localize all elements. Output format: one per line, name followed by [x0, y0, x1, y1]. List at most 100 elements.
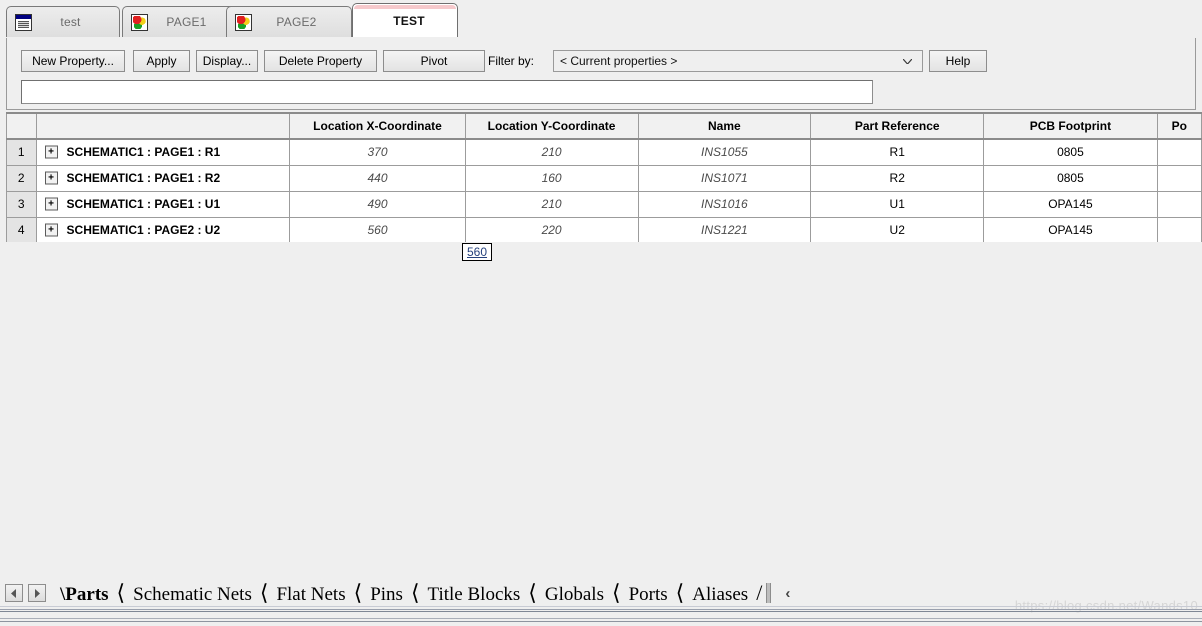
row-object-cell[interactable]: + SCHEMATIC1 : PAGE1 : R1 [35, 138, 291, 166]
pivot-button[interactable]: Pivot [383, 50, 485, 72]
filter-by-value: < Current properties > [560, 54, 678, 68]
row-object-cell[interactable]: + SCHEMATIC1 : PAGE1 : U1 [35, 190, 291, 218]
cell-value-tooltip: 560 [462, 243, 493, 261]
property-value-input[interactable] [21, 80, 873, 104]
column-header-po[interactable]: Po [1156, 112, 1202, 140]
help-button[interactable]: Help [929, 50, 987, 72]
document-tab-bar: test PAGE1 PAGE2 TEST [0, 0, 1202, 38]
cell-pcb-footprint[interactable]: OPA145 [983, 190, 1158, 218]
cell-name[interactable]: INS1016 [637, 190, 812, 218]
table-row[interactable]: 1 + SCHEMATIC1 : PAGE1 : R1 370 210 INS1… [6, 138, 1202, 166]
sheet-tab-title-blocks[interactable]: Title Blocks [422, 584, 527, 606]
cell-location-x[interactable]: 560 [289, 216, 466, 242]
cell-location-x[interactable]: 370 [289, 138, 466, 166]
row-number[interactable]: 4 [6, 216, 37, 242]
chevron-down-icon [903, 59, 912, 64]
divider [0, 606, 1202, 607]
sheet-tab-pins[interactable]: Pins [364, 584, 409, 606]
sheet-tab-aliases[interactable]: Aliases [686, 584, 754, 606]
sheet-tab-flat-nets[interactable]: Flat Nets [270, 584, 351, 606]
document-tab-label: test [60, 15, 81, 29]
cell-location-y[interactable]: 210 [464, 190, 639, 218]
document-tab-page2[interactable]: PAGE2 [226, 6, 352, 37]
display-button[interactable]: Display... [196, 50, 258, 72]
row-object-cell[interactable]: + SCHEMATIC1 : PAGE1 : R2 [35, 164, 291, 192]
table-row[interactable]: 3 + SCHEMATIC1 : PAGE1 : U1 490 210 INS1… [6, 190, 1202, 218]
cell-po[interactable] [1156, 138, 1202, 166]
column-header-pcb-footprint[interactable]: PCB Footprint [983, 112, 1158, 140]
sheet-tab-separator: ⟨ [675, 580, 685, 605]
row-number[interactable]: 1 [6, 138, 37, 166]
sheet-tab-end-separator: / [756, 580, 763, 605]
row-object-label: SCHEMATIC1 : PAGE2 : U2 [66, 223, 221, 237]
triangle-right-icon [35, 588, 40, 598]
cell-location-y[interactable]: 160 [464, 164, 639, 192]
column-header-object[interactable] [35, 112, 291, 140]
column-header-name[interactable]: Name [637, 112, 812, 140]
column-header-part-reference[interactable]: Part Reference [810, 112, 985, 140]
cell-name[interactable]: INS1221 [637, 216, 812, 242]
row-object-label: SCHEMATIC1 : PAGE1 : R2 [66, 171, 221, 185]
sheet-tab-separator: ⟨ [259, 580, 269, 605]
property-grid[interactable]: Location X-Coordinate Location Y-Coordin… [6, 112, 1202, 242]
sheet-tab-separator: ⟨ [410, 580, 420, 605]
project-window-icon [15, 13, 32, 31]
column-header-location-y[interactable]: Location Y-Coordinate [464, 112, 639, 140]
delete-property-button[interactable]: Delete Property [264, 50, 377, 72]
cell-part-reference[interactable]: U1 [810, 190, 985, 218]
cell-location-x[interactable]: 490 [289, 190, 466, 218]
property-table: Location X-Coordinate Location Y-Coordin… [6, 112, 1202, 242]
cell-location-x[interactable]: 440 [289, 164, 466, 192]
schematic-page-icon [235, 13, 252, 31]
document-tab-page1[interactable]: PAGE1 [122, 6, 236, 37]
cell-part-reference[interactable]: R1 [810, 138, 985, 166]
cell-po[interactable] [1156, 216, 1202, 242]
table-header-row: Location X-Coordinate Location Y-Coordin… [6, 112, 1202, 140]
cell-name[interactable]: INS1055 [637, 138, 812, 166]
sheet-tab-strip-divider[interactable] [766, 583, 772, 603]
property-editor-toolbar: New Property... Apply Display... Delete … [6, 38, 1196, 110]
sheet-tab-separator: ⟨ [528, 580, 537, 605]
divider [0, 621, 1202, 622]
expand-plus-icon[interactable]: + [44, 197, 58, 211]
expand-plus-icon[interactable]: + [44, 171, 58, 185]
document-tab-label: TEST [393, 13, 425, 28]
new-property-button[interactable]: New Property... [21, 50, 125, 72]
expand-plus-icon[interactable]: + [44, 145, 58, 159]
filter-by-label: Filter by: [488, 54, 535, 68]
column-header-location-x[interactable]: Location X-Coordinate [289, 112, 466, 140]
sheet-tab-globals[interactable]: Globals [539, 584, 610, 606]
filter-by-select[interactable]: < Current properties > [553, 50, 923, 72]
sheet-tab-ports[interactable]: Ports [623, 584, 674, 606]
cell-part-reference[interactable]: U2 [810, 216, 985, 242]
prev-sheet-button[interactable] [5, 584, 23, 602]
cell-pcb-footprint[interactable]: 0805 [983, 138, 1158, 166]
table-row[interactable]: 4 + SCHEMATIC1 : PAGE2 : U2 560 220 INS1… [6, 216, 1202, 242]
cell-po[interactable] [1156, 190, 1202, 218]
document-tab-test-active[interactable]: TEST [352, 3, 458, 37]
triangle-left-icon [11, 588, 16, 598]
sheet-tab-parts[interactable]: \Parts [54, 584, 115, 606]
divider [0, 611, 1202, 612]
sheet-tab-schematic-nets[interactable]: Schematic Nets [127, 584, 258, 606]
cell-pcb-footprint[interactable]: OPA145 [983, 216, 1158, 242]
cell-location-y[interactable]: 220 [464, 216, 639, 242]
cell-part-reference[interactable]: R2 [810, 164, 985, 192]
table-row[interactable]: 2 + SCHEMATIC1 : PAGE1 : R2 440 160 INS1… [6, 164, 1202, 192]
cell-name[interactable]: INS1071 [637, 164, 812, 192]
cell-po[interactable] [1156, 164, 1202, 192]
sheet-tabs: \Parts ⟨ Schematic Nets ⟨ Flat Nets ⟨ Pi… [54, 580, 764, 606]
sheet-overflow-chevron-icon[interactable]: ‹ [785, 585, 790, 602]
row-object-label: SCHEMATIC1 : PAGE1 : R1 [66, 145, 221, 160]
next-sheet-button[interactable] [28, 584, 46, 602]
divider [0, 609, 1202, 610]
cell-pcb-footprint[interactable]: 0805 [983, 164, 1158, 192]
expand-plus-icon[interactable]: + [44, 223, 58, 237]
grid-corner-cell[interactable] [6, 112, 37, 140]
row-object-cell[interactable]: + SCHEMATIC1 : PAGE2 : U2 [35, 216, 291, 242]
document-tab-test[interactable]: test [6, 6, 120, 37]
cell-location-y[interactable]: 210 [464, 138, 639, 166]
row-number[interactable]: 3 [6, 190, 37, 218]
apply-button[interactable]: Apply [133, 50, 190, 72]
row-number[interactable]: 2 [6, 164, 37, 192]
